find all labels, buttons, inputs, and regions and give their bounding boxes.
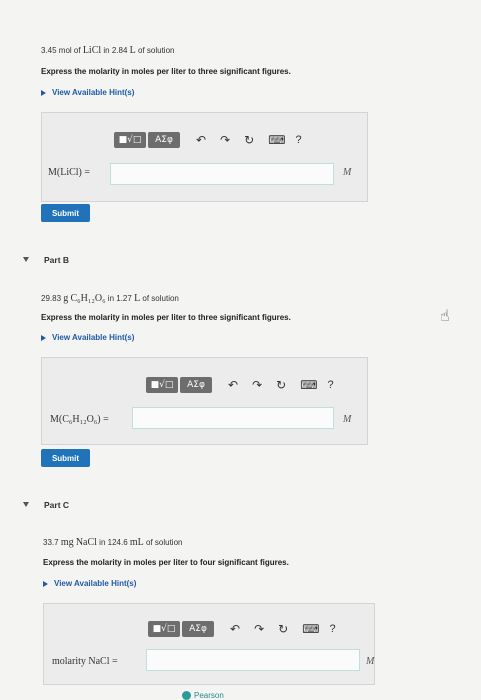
part-a-problem: 3.45 mol of LiCl in 2.84 L of solution [41, 45, 175, 56]
part-b-collapse-icon[interactable] [23, 257, 29, 262]
part-a-answer-label: M(LiCl) = [48, 167, 91, 178]
part-c-hints-link[interactable]: View Available Hint(s) [43, 579, 136, 588]
greek-symbols-button[interactable]: ΑΣφ [148, 132, 180, 148]
part-c-title[interactable]: Part C [44, 500, 69, 510]
part-b-hints-link[interactable]: View Available Hint(s) [41, 333, 134, 342]
keyboard-icon[interactable]: ⌨ [300, 378, 317, 392]
part-b-answer-label: M(C₆H₁₂O₆) = [50, 414, 109, 425]
part-c-answer-label: molarity NaCl = [52, 656, 118, 667]
part-a-hints-link[interactable]: View Available Hint(s) [41, 88, 134, 97]
templates-button[interactable]: ■√□ [114, 132, 146, 148]
part-c-problem: 33.7 mg NaCl in 124.6 mL of solution [43, 537, 183, 548]
help-icon[interactable]: ? [330, 623, 336, 635]
undo-icon[interactable]: ↶ [230, 622, 240, 636]
pearson-logo-icon [182, 691, 191, 700]
part-b-problem: 29.83 g C₆H₁₂O₆ in 1.27 L of solution [41, 293, 179, 304]
part-a-unit: M [343, 167, 352, 178]
help-icon[interactable]: ? [328, 379, 334, 391]
redo-icon[interactable]: ↷ [220, 133, 230, 147]
greek-symbols-button[interactable]: ΑΣφ [182, 621, 214, 637]
part-c-answer-box: ■√□ ΑΣφ ↶ ↷ ↻ ⌨ ? molarity NaCl = M [43, 603, 375, 685]
part-b-unit: M [343, 414, 352, 425]
reset-icon[interactable]: ↻ [244, 133, 254, 147]
keyboard-icon[interactable]: ⌨ [302, 622, 319, 636]
part-b-title[interactable]: Part B [44, 255, 69, 265]
reset-icon[interactable]: ↻ [276, 378, 286, 392]
undo-icon[interactable]: ↶ [196, 133, 206, 147]
part-c-math-toolbar: ■√□ ΑΣφ ↶ ↷ ↻ ⌨ ? [148, 620, 336, 638]
greek-symbols-button[interactable]: ΑΣφ [180, 377, 212, 393]
part-a-math-toolbar: ■√□ ΑΣφ ↶ ↷ ↻ ⌨ ? [114, 131, 302, 149]
templates-button[interactable]: ■√□ [148, 621, 180, 637]
part-c-instruction: Express the molarity in moles per liter … [43, 558, 289, 567]
keyboard-icon[interactable]: ⌨ [268, 133, 285, 147]
hand-pointer-cursor-icon: ☝ [440, 306, 450, 325]
part-a-submit-button[interactable]: Submit [41, 204, 90, 222]
part-c-collapse-icon[interactable] [23, 502, 29, 507]
part-a-answer-input[interactable] [110, 163, 334, 185]
reset-icon[interactable]: ↻ [278, 622, 288, 636]
part-a-answer-box: ■√□ ΑΣφ ↶ ↷ ↻ ⌨ ? M(LiCl) = M [41, 112, 368, 202]
part-b-math-toolbar: ■√□ ΑΣφ ↶ ↷ ↻ ⌨ ? [146, 376, 334, 394]
expand-triangle-icon [41, 334, 46, 341]
part-b-answer-input[interactable] [132, 407, 334, 429]
expand-triangle-icon [43, 580, 48, 587]
part-a-instruction: Express the molarity in moles per liter … [41, 67, 291, 76]
part-b-submit-button[interactable]: Submit [41, 449, 90, 467]
templates-button[interactable]: ■√□ [146, 377, 178, 393]
expand-triangle-icon [41, 89, 46, 96]
help-icon[interactable]: ? [296, 134, 302, 146]
undo-icon[interactable]: ↶ [228, 378, 238, 392]
pearson-logo: Pearson [182, 691, 224, 700]
part-b-instruction: Express the molarity in moles per liter … [41, 313, 291, 322]
part-c-answer-input[interactable] [146, 649, 360, 671]
part-b-answer-box: ■√□ ΑΣφ ↶ ↷ ↻ ⌨ ? M(C₆H₁₂O₆) = M [41, 357, 368, 445]
redo-icon[interactable]: ↷ [252, 378, 262, 392]
part-c-unit: M [366, 656, 375, 667]
redo-icon[interactable]: ↷ [254, 622, 264, 636]
